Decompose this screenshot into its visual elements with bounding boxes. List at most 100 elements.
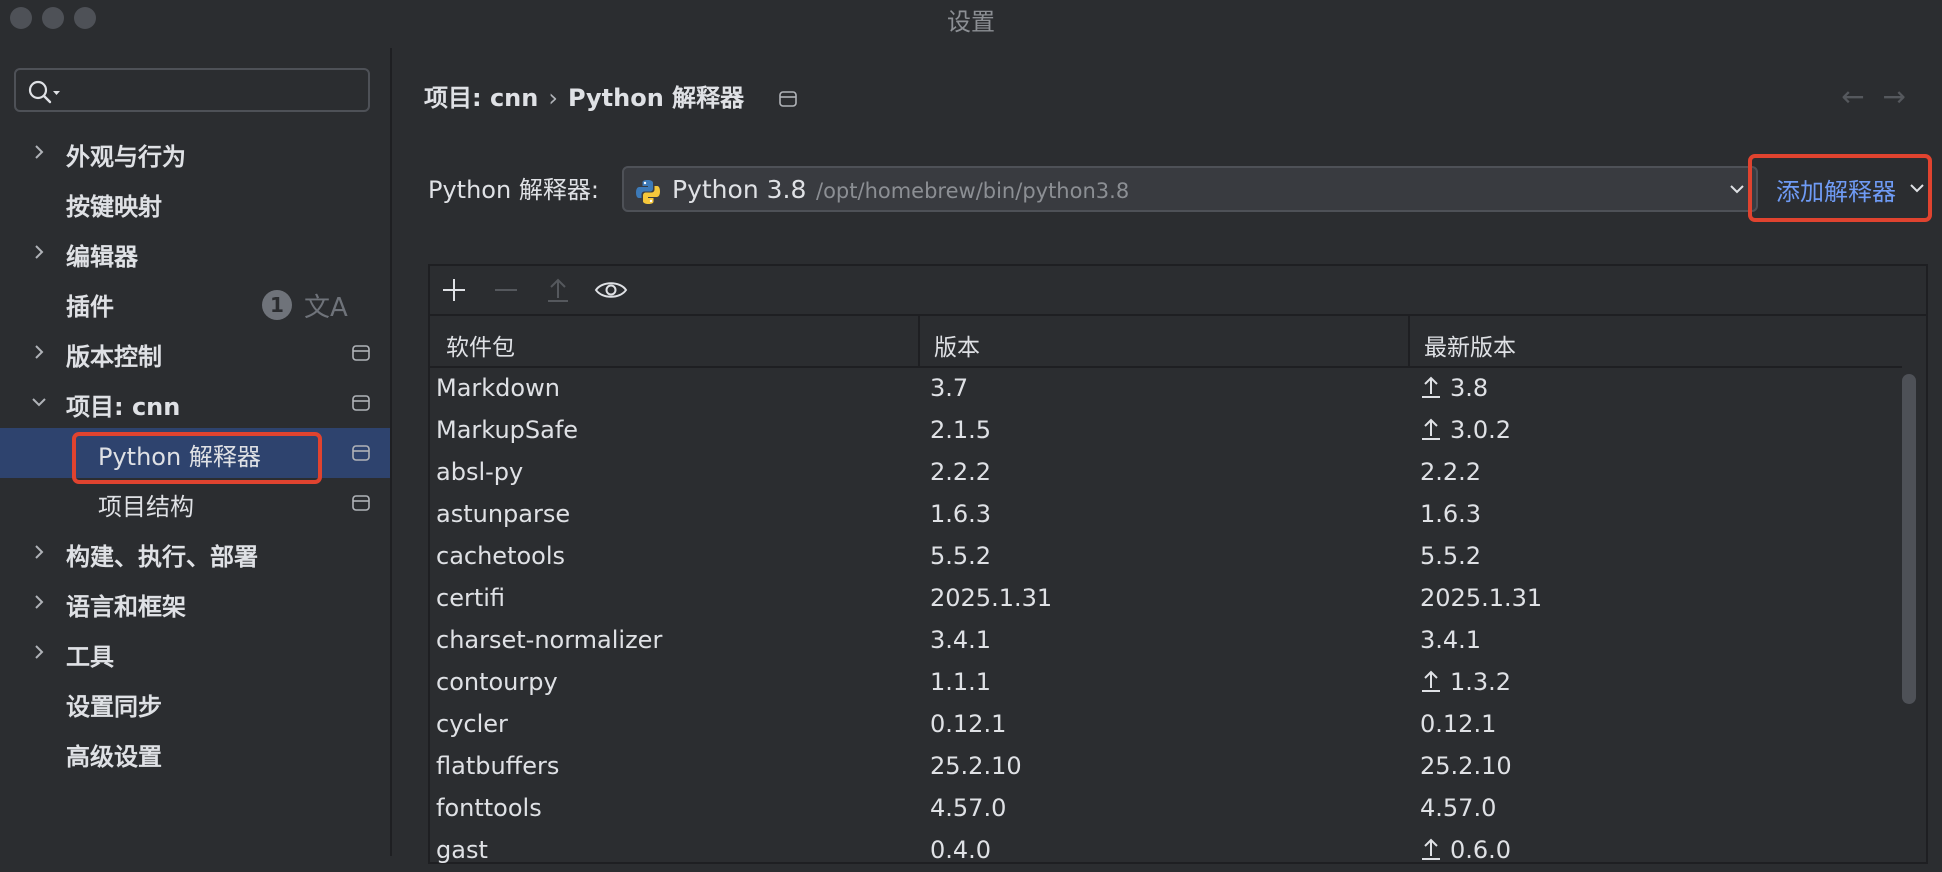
latest-version-value: 1.6.3: [1420, 500, 1482, 528]
packages-toolbar: [430, 266, 1926, 316]
package-name: contourpy: [436, 668, 558, 696]
sidebar-item-version-control[interactable]: 版本控制: [0, 328, 390, 378]
project-icon: [352, 395, 370, 411]
package-latest-version: 1.6.3: [1420, 500, 1481, 528]
package-latest-version: 3.4.1: [1420, 626, 1481, 654]
latest-version-value: 3.8: [1450, 374, 1489, 402]
window-title: 设置: [947, 8, 995, 36]
package-version: 3.7: [930, 374, 969, 402]
back-arrow-icon[interactable]: ←: [1841, 80, 1882, 113]
column-divider[interactable]: [918, 316, 920, 366]
sidebar-item-label: 编辑器: [66, 243, 138, 271]
table-row[interactable]: Markdown 3.7 3.8: [430, 368, 1902, 410]
latest-version-value: 25.2.10: [1420, 752, 1512, 780]
table-row[interactable]: gast 0.4.0 0.6.0: [430, 830, 1902, 872]
breadcrumb-page: Python 解释器: [567, 84, 745, 112]
table-row[interactable]: certifi 2025.1.31 2025.1.31: [430, 578, 1902, 620]
sidebar: 外观与行为 按键映射 编辑器 插件 1 文A 版本控制 项目: cnn Pyth…: [0, 36, 390, 856]
column-divider[interactable]: [1408, 316, 1410, 366]
sidebar-item-label: 外观与行为: [66, 143, 186, 171]
settings-content: 项目: cnn › Python 解释器 ←→ Python 解释器: Python…: [392, 36, 1942, 864]
sidebar-item-languages-frameworks[interactable]: 语言和框架: [0, 578, 390, 628]
package-latest-version: 2.2.2: [1420, 458, 1481, 486]
python-icon: [636, 180, 660, 204]
table-row[interactable]: fonttools 4.57.0 4.57.0: [430, 788, 1902, 830]
interpreter-select[interactable]: Python 3.8 /opt/homebrew/bin/python3.8: [622, 166, 1758, 212]
sidebar-item-project-cnn[interactable]: 项目: cnn: [0, 378, 390, 428]
package-version: 2.1.5: [930, 416, 992, 444]
table-row[interactable]: absl-py 2.2.2 2.2.2: [430, 452, 1902, 494]
table-row[interactable]: contourpy 1.1.1 1.3.2: [430, 662, 1902, 704]
package-version: 0.4.0: [930, 836, 992, 864]
sidebar-item-label: 按键映射: [66, 193, 162, 221]
plus-icon[interactable]: [440, 276, 468, 304]
package-version: 2025.1.31: [930, 584, 1053, 612]
breadcrumb: 项目: cnn › Python 解释器: [424, 78, 797, 113]
package-version: 3.4.1: [930, 626, 992, 654]
sidebar-item-settings-sync[interactable]: 设置同步: [0, 678, 390, 728]
table-row[interactable]: flatbuffers 25.2.10 25.2.10: [430, 746, 1902, 788]
column-header-package[interactable]: 软件包: [446, 328, 515, 362]
sidebar-item-build-execution[interactable]: 构建、执行、部署: [0, 528, 390, 578]
column-header-version[interactable]: 版本: [934, 328, 980, 362]
latest-version-value: 1.3.2: [1450, 668, 1512, 696]
package-latest-version: 0.12.1: [1420, 710, 1496, 738]
history-navigation: ←→: [1841, 80, 1924, 113]
package-version: 25.2.10: [930, 752, 1022, 780]
sidebar-item-label: 项目结构: [98, 493, 194, 521]
breadcrumb-separator: ›: [548, 84, 558, 112]
chevron-right-icon: [35, 545, 44, 559]
search-icon: [28, 80, 60, 104]
upgrade-available-icon: [1422, 418, 1440, 440]
sidebar-item-appearance[interactable]: 外观与行为: [0, 128, 390, 178]
sidebar-item-project-structure[interactable]: 项目结构: [0, 478, 390, 528]
upgrade-available-icon: [1422, 838, 1440, 860]
breadcrumb-project[interactable]: 项目: cnn: [424, 84, 538, 112]
sidebar-item-plugins[interactable]: 插件 1 文A: [0, 278, 390, 328]
package-name: absl-py: [436, 458, 524, 486]
sidebar-item-label: 版本控制: [66, 343, 162, 371]
package-version: 1.6.3: [930, 500, 992, 528]
latest-version-value: 2.2.2: [1420, 458, 1482, 486]
sidebar-item-label: 插件: [66, 293, 114, 321]
table-row[interactable]: cachetools 5.5.2 5.5.2: [430, 536, 1902, 578]
package-latest-version: 5.5.2: [1420, 542, 1481, 570]
sidebar-item-keymap[interactable]: 按键映射: [0, 178, 390, 228]
sidebar-item-tools[interactable]: 工具: [0, 628, 390, 678]
minus-icon[interactable]: [492, 276, 520, 304]
packages-panel: 软件包 版本 最新版本 Markdown 3.7 3.8 MarkupSafe 2.1.…: [428, 264, 1928, 864]
chevron-right-icon: [35, 145, 44, 159]
search-input[interactable]: [14, 68, 370, 112]
forward-arrow-icon[interactable]: →: [1883, 80, 1924, 113]
package-name: fonttools: [436, 794, 542, 822]
table-row[interactable]: MarkupSafe 2.1.5 3.0.2: [430, 410, 1902, 452]
package-name: astunparse: [436, 500, 571, 528]
project-icon: [352, 445, 370, 461]
packages-scrollbar[interactable]: [1902, 374, 1916, 704]
package-version: 1.1.1: [930, 668, 992, 696]
add-interpreter-button[interactable]: 添加解释器: [1762, 162, 1936, 214]
sidebar-item-editor[interactable]: 编辑器: [0, 228, 390, 278]
chevron-down-icon: [1730, 185, 1744, 194]
package-name: certifi: [436, 584, 506, 612]
eye-icon[interactable]: [594, 276, 628, 304]
packages-table-header: 软件包 版本 最新版本: [430, 316, 1902, 368]
table-row[interactable]: charset-normalizer 3.4.1 3.4.1: [430, 620, 1902, 662]
package-latest-version: 0.6.0: [1420, 836, 1511, 864]
table-row[interactable]: astunparse 1.6.3 1.6.3: [430, 494, 1902, 536]
table-row[interactable]: cycler 0.12.1 0.12.1: [430, 704, 1902, 746]
chevron-down-icon: [1910, 184, 1924, 193]
package-version: 5.5.2: [930, 542, 992, 570]
project-icon: [778, 91, 797, 107]
package-name: cachetools: [436, 542, 566, 570]
column-header-latest-version[interactable]: 最新版本: [1424, 328, 1516, 362]
latest-version-value: 5.5.2: [1420, 542, 1482, 570]
sidebar-item-label: 构建、执行、部署: [66, 543, 258, 571]
upgrade-icon[interactable]: [544, 276, 572, 304]
sidebar-item-python-interpreter[interactable]: Python 解释器: [0, 428, 390, 478]
package-latest-version: 25.2.10: [1420, 752, 1512, 780]
project-icon: [352, 495, 370, 511]
chevron-down-icon: [32, 398, 46, 407]
sidebar-item-advanced-settings[interactable]: 高级设置: [0, 728, 390, 778]
package-latest-version: 2025.1.31: [1420, 584, 1542, 612]
